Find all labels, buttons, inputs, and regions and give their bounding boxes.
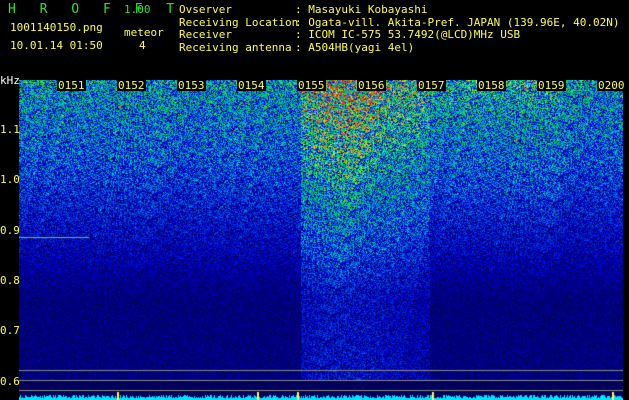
info-value: : Ogata-vill. Akita-Pref. JAPAN (139.96E… xyxy=(295,15,620,29)
freq-unit: kHz xyxy=(0,74,20,87)
time-label: 0157 xyxy=(417,79,446,92)
time-label: 0153 xyxy=(177,79,206,92)
info-value: : A504HB(yagi 4el) xyxy=(295,40,415,54)
version: 1.00 xyxy=(124,3,151,16)
info-label: Receiver xyxy=(179,28,232,41)
info-value: : ICOM IC-575 53.7492(@LCD)MHz USB xyxy=(295,28,521,41)
filename: 1001140150.png xyxy=(10,21,103,34)
meteor-count: 4 xyxy=(139,39,146,52)
meteor-label: meteor xyxy=(124,26,164,39)
time-label: 0151 xyxy=(57,79,86,92)
freq-label: 0.9 xyxy=(0,223,20,237)
time-label: 0154 xyxy=(237,79,266,92)
datetime: 10.01.14 01:50 xyxy=(10,39,103,52)
freq-label: 0.6 xyxy=(0,374,20,388)
app-logo: H R O F F T xyxy=(8,2,183,17)
info-label: Receiving antenna xyxy=(179,40,292,54)
info-label: Receiving Location xyxy=(179,15,299,29)
time-label: 0152 xyxy=(117,79,146,92)
time-label: 0159 xyxy=(537,79,566,92)
info-value: : Masayuki Kobayashi xyxy=(295,3,428,16)
time-label: 0158 xyxy=(477,79,506,92)
spectrogram-canvas xyxy=(19,80,623,400)
time-label: 0155 xyxy=(297,79,326,92)
time-label: 0156 xyxy=(357,79,386,92)
freq-label: 1.0 xyxy=(0,173,20,187)
freq-label: 0.7 xyxy=(0,324,20,338)
freq-label: 1.1 xyxy=(0,123,20,136)
info-label: Ovserver xyxy=(179,3,232,16)
time-label: 0200 xyxy=(597,79,626,92)
freq-label: 0.8 xyxy=(0,273,20,287)
